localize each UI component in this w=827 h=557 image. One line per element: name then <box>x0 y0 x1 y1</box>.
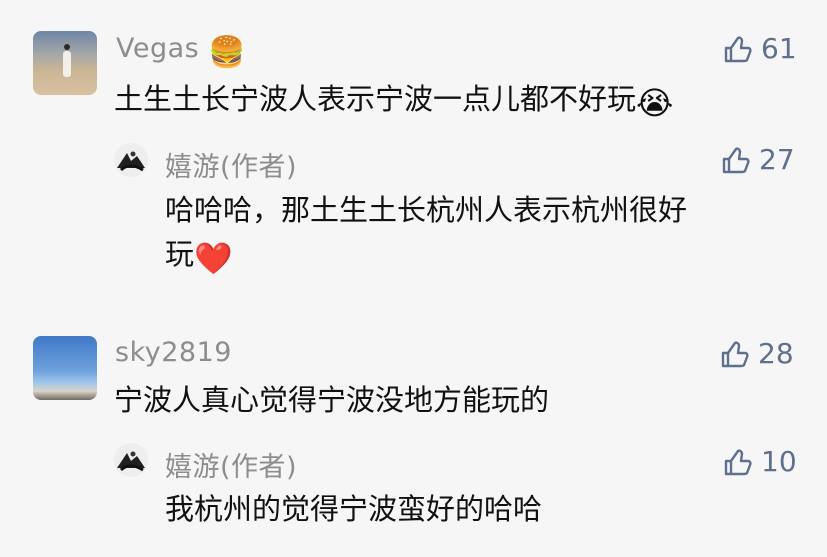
thumbs-up-outline-icon <box>724 448 752 475</box>
avatar[interactable] <box>33 31 97 95</box>
like-count: 27 <box>759 143 795 176</box>
reply-like-button[interactable]: 10 <box>721 445 797 478</box>
thumbs-up-outline-icon <box>722 146 750 173</box>
figure-ink-icon <box>117 451 145 472</box>
like-count: 10 <box>761 445 797 478</box>
reply-text-line1: 哈哈哈，那土生土长杭州人表示杭州很好 <box>165 193 688 227</box>
burger-emoji: 🍔 <box>208 35 247 70</box>
crying-emoji: 😭 <box>636 84 674 122</box>
heart-emoji: ❤️ <box>194 241 233 277</box>
like-button[interactable]: 28 <box>718 337 794 370</box>
author-name[interactable]: 嬉游(作者) <box>165 145 297 184</box>
like-count: 61 <box>761 32 797 65</box>
reply-text: 我杭州的觉得宁波蛮好的哈哈 <box>165 492 543 526</box>
username[interactable]: sky2819 <box>115 337 232 368</box>
username[interactable]: Vegas 🍔 <box>116 33 246 70</box>
reply-like-button[interactable]: 27 <box>719 143 795 176</box>
like-count: 28 <box>758 337 794 370</box>
comment-text: 土生土长宁波人表示宁波一点儿都不好玩😭 <box>114 77 673 125</box>
author-avatar[interactable] <box>114 143 148 177</box>
like-button[interactable]: 61 <box>721 32 797 65</box>
thumbs-up-outline-icon <box>721 340 749 367</box>
figure-ink-icon <box>117 151 145 172</box>
avatar-figure <box>63 44 71 77</box>
author-name[interactable]: 嬉游(作者) <box>165 445 297 484</box>
thumbs-up-outline-icon <box>724 35 752 62</box>
avatar[interactable] <box>33 336 97 400</box>
comment-text: 宁波人真心觉得宁波没地方能玩的 <box>114 383 550 417</box>
reply-text-line2: 玩❤️ <box>165 232 233 281</box>
author-avatar[interactable] <box>114 443 148 477</box>
